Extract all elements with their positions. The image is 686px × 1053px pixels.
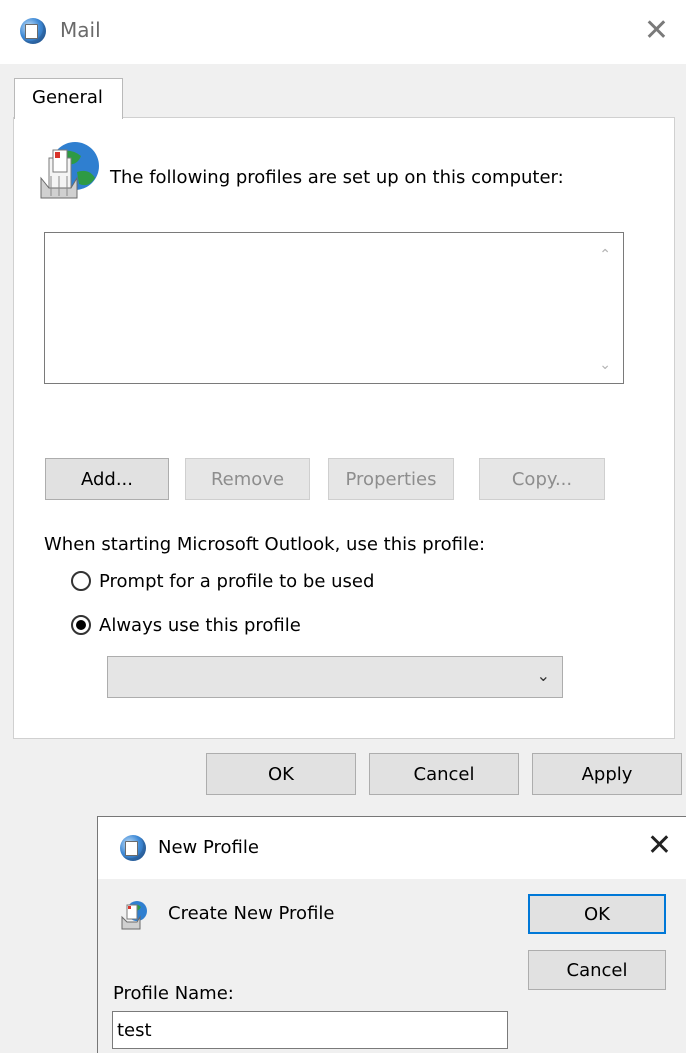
tab-general-label: General	[32, 87, 103, 108]
tab-general[interactable]: General	[14, 78, 123, 119]
create-profile-icon	[121, 901, 147, 930]
cancel-button[interactable]: Cancel	[369, 753, 519, 795]
new-profile-cancel-button[interactable]: Cancel	[528, 950, 666, 990]
profile-name-label: Profile Name:	[113, 983, 234, 1004]
startup-profile-label: When starting Microsoft Outlook, use thi…	[44, 534, 486, 555]
always-use-profile-radio[interactable]	[71, 615, 91, 635]
window-title: Mail	[60, 18, 101, 42]
general-panel	[13, 117, 675, 739]
chevron-down-icon[interactable]: ⌄	[537, 666, 550, 685]
profile-select[interactable]: ⌄	[107, 656, 563, 698]
profiles-list[interactable]: ⌃ ⌄	[44, 232, 624, 384]
ok-button[interactable]: OK	[206, 753, 356, 795]
close-icon[interactable]: ✕	[644, 16, 669, 46]
close-icon[interactable]: ✕	[647, 831, 672, 861]
profile-name-input[interactable]	[112, 1011, 508, 1049]
copy-button[interactable]: Copy...	[479, 458, 605, 500]
prompt-profile-label[interactable]: Prompt for a profile to be used	[99, 571, 374, 592]
mail-globe-icon	[20, 18, 46, 44]
add-button[interactable]: Add...	[45, 458, 169, 500]
profiles-heading: The following profiles are set up on thi…	[110, 167, 564, 188]
properties-button[interactable]: Properties	[328, 458, 454, 500]
always-use-profile-label[interactable]: Always use this profile	[99, 615, 301, 636]
profiles-globe-icon	[40, 142, 99, 199]
mail-titlebar[interactable]: Mail ✕	[0, 0, 686, 64]
scroll-down-icon[interactable]: ⌄	[599, 357, 611, 373]
mail-window: Mail ✕ General The following profiles ar…	[0, 0, 686, 818]
new-profile-dialog: New Profile ✕ Create New Profile OK Canc…	[97, 816, 686, 1053]
prompt-profile-radio[interactable]	[71, 571, 91, 591]
scroll-up-icon[interactable]: ⌃	[599, 247, 611, 263]
new-profile-titlebar[interactable]: New Profile ✕	[98, 817, 686, 879]
new-profile-ok-button[interactable]: OK	[528, 894, 666, 934]
apply-button[interactable]: Apply	[532, 753, 682, 795]
dialog-title: New Profile	[158, 837, 259, 858]
remove-button[interactable]: Remove	[185, 458, 310, 500]
mail-globe-icon	[120, 835, 146, 861]
create-profile-label: Create New Profile	[168, 903, 335, 924]
